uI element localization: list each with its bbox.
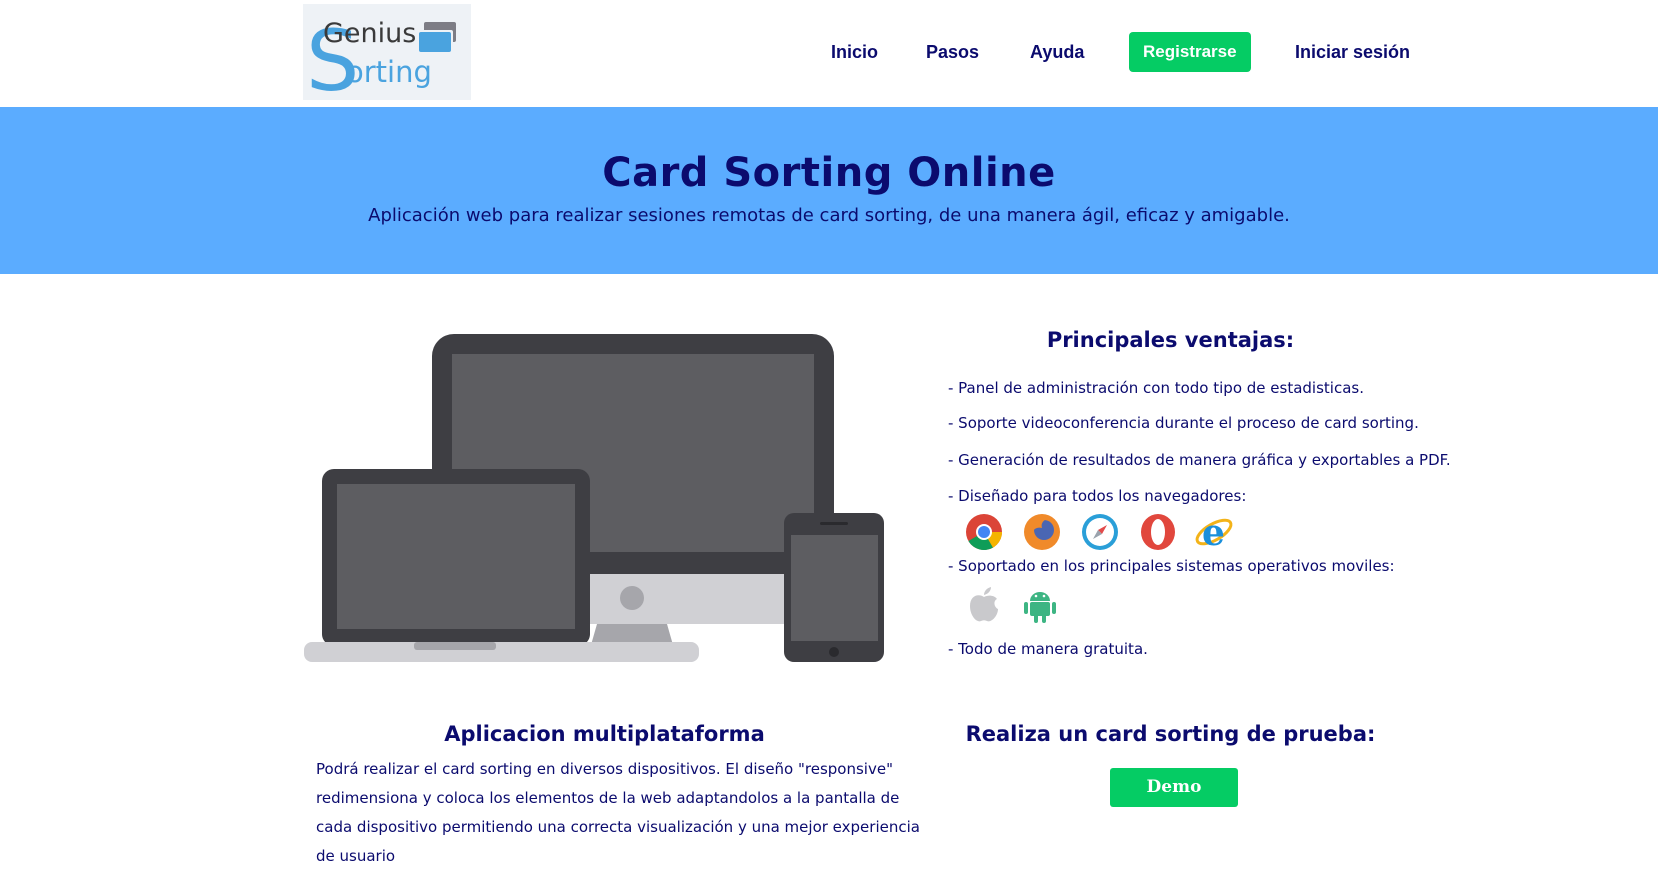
- demo-button[interactable]: Demo: [1110, 768, 1238, 807]
- advantage-item: - Todo de manera gratuita.: [948, 640, 1148, 658]
- nav-inicio[interactable]: Inicio: [831, 32, 878, 72]
- nav-pasos[interactable]: Pasos: [926, 32, 979, 72]
- tablet-icon: [784, 513, 884, 662]
- svg-text:e: e: [1202, 512, 1225, 552]
- svg-text:orting: orting: [346, 55, 432, 89]
- safari-icon: [1080, 512, 1120, 552]
- advantage-item: - Soportado en los principales sistemas …: [948, 557, 1395, 575]
- hero-title: Card Sorting Online: [602, 150, 1056, 196]
- multiplatform-text: Podrá realizar el card sorting en divers…: [316, 760, 920, 865]
- svg-text:Genius: Genius: [323, 18, 416, 49]
- hero-subtitle: Aplicación web para realizar sesiones re…: [368, 205, 1290, 226]
- advantage-item: - Soporte videoconferencia durante el pr…: [948, 414, 1419, 432]
- multiplatform-title: Aplicacion multiplataforma: [444, 722, 765, 746]
- apple-icon: [964, 585, 1004, 625]
- firefox-icon: [1022, 512, 1062, 552]
- genius-sorting-logo[interactable]: S Genius orting: [303, 4, 471, 100]
- advantage-item: - Diseñado para todos los navegadores:: [948, 487, 1247, 505]
- devices-illustration: [302, 332, 884, 664]
- internet-explorer-icon: e: [1194, 512, 1234, 554]
- demo-title: Realiza un card sorting de prueba:: [965, 722, 1376, 746]
- advantage-item: - Generación de resultados de manera grá…: [948, 451, 1451, 469]
- register-button[interactable]: Registrarse: [1129, 32, 1251, 72]
- chrome-icon: [964, 512, 1004, 552]
- hero-banner: Card Sorting Online Aplicación web para …: [0, 107, 1658, 274]
- opera-icon: [1138, 512, 1178, 552]
- login-link[interactable]: Iniciar sesión: [1295, 32, 1410, 72]
- advantages-title: Principales ventajas:: [1046, 328, 1295, 352]
- site-header: S Genius orting Inicio Pasos Ayuda Regis…: [0, 0, 1658, 107]
- nav-ayuda[interactable]: Ayuda: [1030, 32, 1084, 72]
- android-icon: [1020, 585, 1060, 625]
- advantage-item: - Panel de administración con todo tipo …: [948, 379, 1364, 397]
